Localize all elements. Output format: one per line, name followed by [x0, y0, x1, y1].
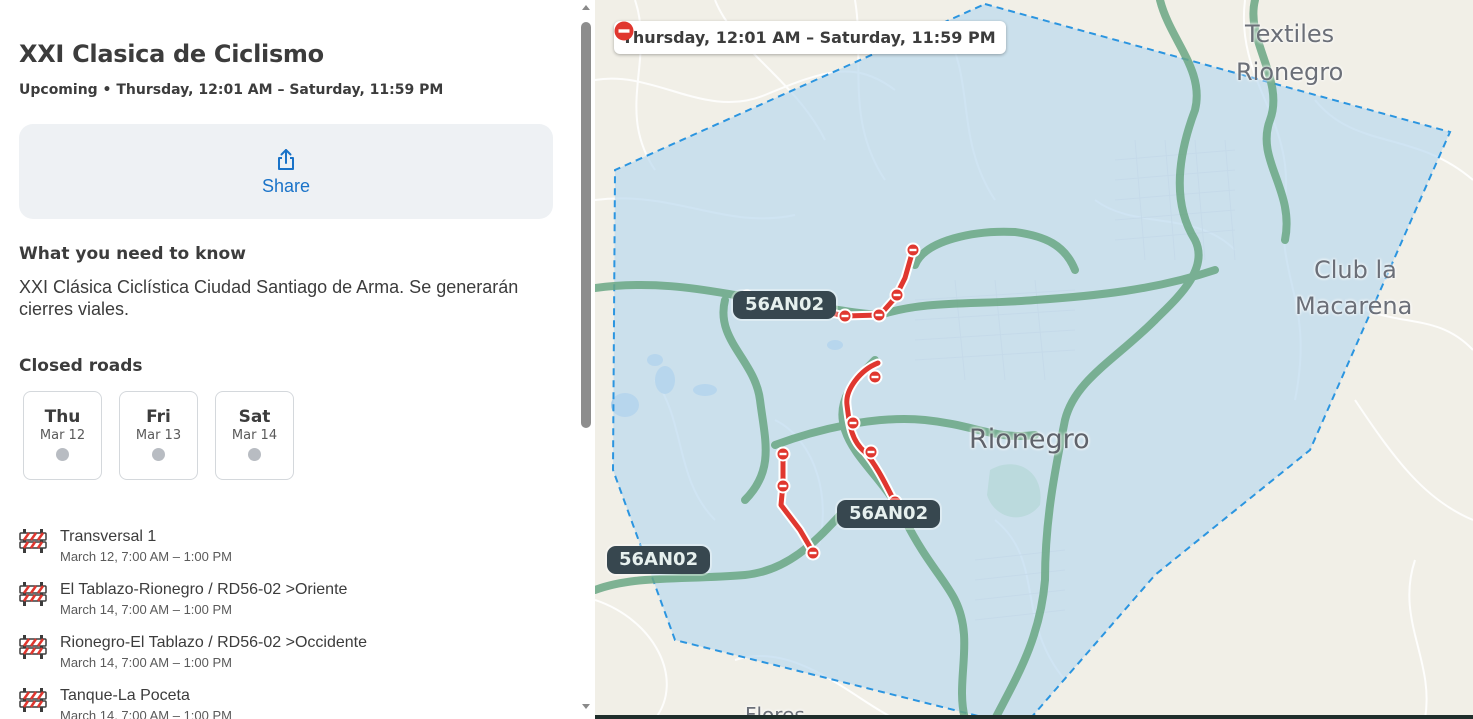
day-tab-thu[interactable]: Thu Mar 12: [23, 391, 102, 480]
day-name: Sat: [238, 407, 271, 427]
road-time: March 14, 7:00 AM – 1:00 PM: [60, 708, 232, 719]
share-icon: [278, 149, 294, 170]
closure-marker-icon: [889, 287, 905, 303]
road-shield: 56AN02: [733, 291, 837, 319]
city-label: Rionegro: [969, 424, 1090, 455]
day-tab-sat[interactable]: Sat Mar 14: [215, 391, 294, 480]
place-label: Textiles: [1245, 20, 1335, 48]
road-name: Tanque-La Poceta: [60, 687, 190, 704]
place-label: Macarena: [1295, 292, 1413, 320]
closure-marker-icon: [871, 307, 887, 323]
place-label: Club la: [1314, 256, 1397, 284]
road-name: El Tablazo-Rionegro / RD56-02 >Oriente: [60, 581, 348, 598]
road-barrier-icon: [19, 529, 47, 553]
closure-marker-icon: [845, 415, 861, 431]
info-heading: What you need to know: [19, 244, 246, 264]
day-status-dot: [248, 448, 261, 461]
event-time-text: Thursday, 12:01 AM – Saturday, 11:59 PM: [622, 28, 996, 47]
closure-marker-icon: [905, 242, 921, 258]
road-name: Rionegro-El Tablazo / RD56-02 >Occidente: [60, 634, 367, 651]
day-status-dot: [56, 448, 69, 461]
scroll-up-arrow-icon[interactable]: [582, 5, 590, 10]
day-name: Thu: [44, 407, 81, 427]
share-label: Share: [261, 176, 311, 196]
scrollbar-thumb[interactable]: [581, 22, 591, 428]
closure-marker-icon: [805, 545, 821, 561]
closure-marker-icon: [837, 308, 853, 324]
day-tab-fri[interactable]: Fri Mar 13: [119, 391, 198, 480]
road-closed-icon: [614, 21, 634, 41]
map-bottom-bar: [595, 715, 1473, 719]
closure-marker-icon: [775, 446, 791, 462]
day-name: Fri: [146, 407, 171, 427]
closure-marker-icon: [863, 444, 879, 460]
day-date: Mar 12: [39, 428, 86, 443]
closure-marker-icon: [867, 369, 883, 385]
closed-roads-heading: Closed roads: [19, 356, 143, 376]
scroll-down-arrow-icon[interactable]: [582, 704, 590, 709]
closed-road-item[interactable]: Rionegro-El Tablazo / RD56-02 >Occidente…: [19, 634, 559, 676]
closed-road-item[interactable]: Tanque-La Poceta March 14, 7:00 AM – 1:0…: [19, 687, 559, 719]
place-label: Rionegro: [1236, 58, 1344, 86]
day-date: Mar 13: [135, 428, 182, 443]
event-subtitle: Upcoming • Thursday, 12:01 AM – Saturday…: [19, 82, 444, 98]
event-details-panel: XXI Clasica de Ciclismo Upcoming • Thurs…: [0, 0, 578, 719]
event-time-chip: Thursday, 12:01 AM – Saturday, 11:59 PM: [614, 21, 1006, 54]
road-shield: 56AN02: [837, 500, 941, 528]
day-status-dot: [152, 448, 165, 461]
map-canvas[interactable]: [595, 0, 1473, 719]
road-shield: 56AN02: [607, 546, 711, 574]
road-barrier-icon: [19, 582, 47, 606]
closed-road-item[interactable]: Transversal 1 March 12, 7:00 AM – 1:00 P…: [19, 528, 559, 570]
road-barrier-icon: [19, 635, 47, 659]
share-button[interactable]: Share: [19, 124, 553, 219]
road-time: March 12, 7:00 AM – 1:00 PM: [60, 549, 232, 564]
map-view[interactable]: Thursday, 12:01 AM – Saturday, 11:59 PM …: [595, 0, 1473, 719]
panel-scrollbar[interactable]: [578, 0, 595, 719]
closed-road-item[interactable]: El Tablazo-Rionegro / RD56-02 >Oriente M…: [19, 581, 559, 623]
day-date: Mar 14: [231, 428, 278, 443]
road-barrier-icon: [19, 688, 47, 712]
closure-marker-icon: [775, 478, 791, 494]
road-name: Transversal 1: [60, 528, 157, 545]
road-time: March 14, 7:00 AM – 1:00 PM: [60, 655, 232, 670]
event-title: XXI Clasica de Ciclismo: [19, 40, 324, 68]
event-area-polygon[interactable]: [611, 2, 1452, 719]
road-time: March 14, 7:00 AM – 1:00 PM: [60, 602, 232, 617]
event-description: XXI Clásica Ciclística Ciudad Santiago d…: [19, 277, 519, 319]
